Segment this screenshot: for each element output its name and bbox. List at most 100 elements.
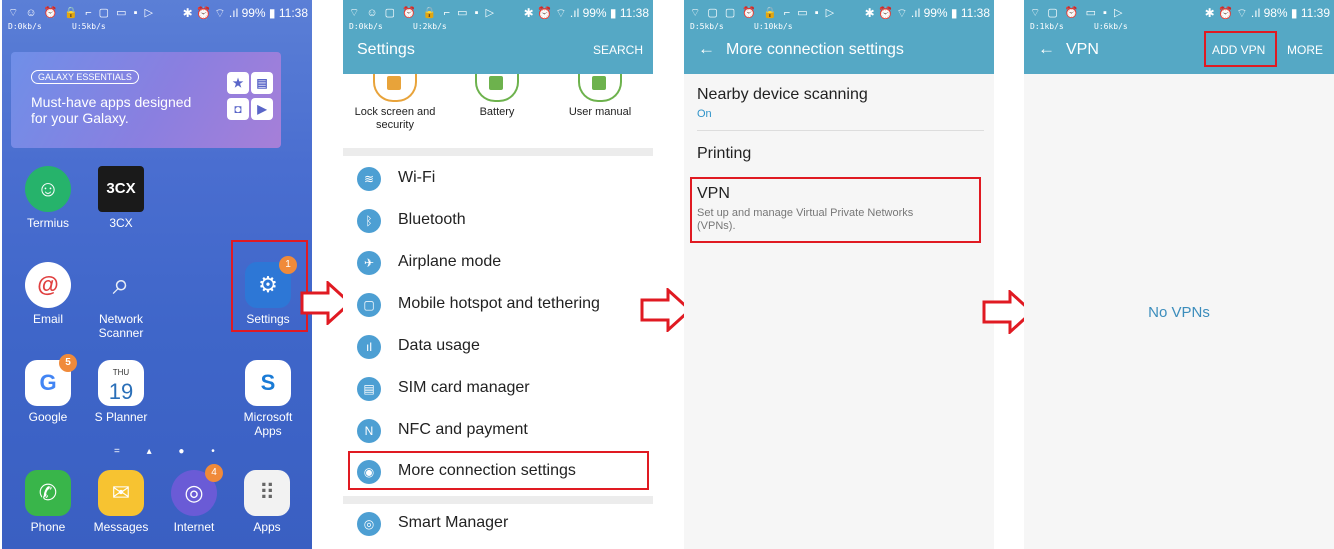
highlight-more-connection	[348, 451, 649, 490]
notification-icons: ⌔ ☺ ⏰ 🔒 ⌐ ▢ ▭ ▪ ▷	[8, 7, 155, 19]
status-right: ✱ ⏰ ⌔ .ıl 99% ▮ 11:38	[864, 6, 990, 20]
empty-state-text: No VPNs	[1148, 304, 1210, 321]
item-label: Data usage	[398, 337, 480, 354]
banner-icons: ★ ▤◘ ▶	[227, 72, 279, 124]
app-s-planner[interactable]: THU 19 S Planner	[86, 360, 156, 424]
document-icon: ▤	[251, 72, 273, 94]
manual-icon	[578, 74, 622, 102]
tile-label: Lock screen and security	[354, 106, 436, 131]
banner-text: Must-have apps designed for your Galaxy.	[31, 94, 192, 126]
app-label: Messages	[93, 520, 149, 534]
app-label: Internet	[173, 520, 215, 534]
item-label: Airplane mode	[398, 253, 502, 270]
settings-item-bluetooth[interactable]: ᛒ Bluetooth	[343, 200, 653, 241]
termius-icon: ☺	[25, 166, 71, 212]
hotspot-icon: ▢	[357, 293, 381, 317]
back-arrow-icon[interactable]: ←	[698, 39, 715, 59]
highlight-settings	[231, 240, 308, 332]
app-label: Microsoft Apps	[243, 410, 293, 438]
bluetooth-icon: ᛒ	[357, 209, 381, 233]
app-network-scanner[interactable]: ⌕ Network Scanner	[86, 262, 156, 340]
app-label: Network Scanner	[98, 312, 144, 340]
notification-badge: 4	[205, 464, 223, 482]
app-termius[interactable]: ☺ Termius	[13, 166, 83, 230]
item-label: Mobile hotspot and tethering	[398, 295, 600, 312]
app-internet[interactable]: ◎ 4 Internet	[159, 464, 229, 534]
app-apps[interactable]: ⠿ Apps	[232, 470, 302, 534]
app-3cx[interactable]: 3CX 3CX	[86, 166, 156, 230]
settings-item-smart-manager[interactable]: ◎ Smart Manager	[343, 503, 653, 544]
settings-item-sim[interactable]: ▤ SIM card manager	[343, 368, 653, 409]
app-phone[interactable]: ✆ Phone	[13, 470, 83, 534]
app-label: Apps	[253, 520, 281, 534]
wifi-icon: ≋	[357, 167, 381, 191]
search-button[interactable]: SEARCH	[593, 43, 643, 57]
notification-icons: ⌔ ▢ ⏰ ▭ ▪ ▷	[1030, 7, 1125, 19]
messages-icon: ✉	[98, 470, 144, 516]
settings-item-wifi[interactable]: ≋ Wi-Fi	[343, 158, 653, 199]
gamepad-icon: ◘	[227, 98, 249, 120]
settings-list: ≋ Wi-Fi ᛒ Bluetooth ✈ Airplane mode ▢ Mo…	[343, 156, 653, 549]
status-bar: ⌔ ▢ ▢ ⏰ 🔒 ⌐ ▭ ▪ ▷ ✱ ⏰ ⌔ .ıl 99% ▮ 11:38 …	[684, 0, 994, 38]
play-icon: ▶	[251, 98, 273, 120]
app-bar: ⌔ ▢ ▢ ⏰ 🔒 ⌐ ▭ ▪ ▷ ✱ ⏰ ⌔ .ıl 99% ▮ 11:38 …	[684, 0, 994, 74]
lock-icon	[373, 74, 417, 102]
app-microsoft-apps[interactable]: S Microsoft Apps	[233, 360, 303, 438]
phone-icon: ✆	[25, 470, 71, 516]
nfc-icon: N	[357, 419, 381, 443]
notification-badge: 5	[59, 354, 77, 372]
tile-label: Battery	[479, 106, 515, 118]
app-label: Google	[28, 410, 68, 424]
sim-card-icon: ▤	[357, 377, 381, 401]
vpn-screen: ⌔ ▢ ⏰ ▭ ▪ ▷ ✱ ⏰ ⌔ .ıl 98% ▮ 11:39 D:1kb/…	[1024, 0, 1334, 549]
status-bar: ⌔ ☺ ⏰ 🔒 ⌐ ▢ ▭ ▪ ▷ ✱ ⏰ ⌔ .ıl 99% ▮ 11:38 …	[2, 0, 312, 38]
status-right: ✱ ⏰ ⌔ .ıl 99% ▮ 11:38	[523, 6, 649, 20]
settings-item-hotspot[interactable]: ▢ Mobile hotspot and tethering	[343, 284, 653, 325]
tile-label: User manual	[568, 106, 632, 118]
apps-grid-icon: ⠿	[244, 470, 290, 516]
item-title: Printing	[697, 145, 752, 162]
tile-battery[interactable]: Battery	[447, 74, 547, 119]
app-email[interactable]: @ Email	[13, 262, 83, 326]
highlight-add-vpn	[1204, 31, 1277, 67]
back-arrow-icon[interactable]: ←	[1038, 39, 1055, 59]
app-bar: ⌔ ☺ ▢ ⏰ 🔒 ⌐ ▭ ▪ ▷ ✱ ⏰ ⌔ .ıl 99% ▮ 11:38 …	[343, 0, 653, 74]
page-indicator: = ▴ ● •	[114, 446, 227, 457]
settings-item-airplane[interactable]: ✈ Airplane mode	[343, 242, 653, 283]
status-right: ✱ ⏰ ⌔ .ıl 99% ▮ 11:38	[182, 6, 308, 20]
calendar-icon: THU 19	[98, 360, 144, 406]
notification-icons: ⌔ ☺ ▢ ⏰ 🔒 ⌐ ▭ ▪ ▷	[349, 7, 496, 19]
item-label: SIM card manager	[398, 379, 530, 396]
item-title: Nearby device scanning	[697, 86, 868, 103]
item-label: Wi-Fi	[398, 169, 436, 186]
app-messages[interactable]: ✉ Messages	[86, 470, 156, 534]
app-label: 3CX	[109, 216, 133, 230]
more-connection-screen: ⌔ ▢ ▢ ⏰ 🔒 ⌐ ▭ ▪ ▷ ✱ ⏰ ⌔ .ıl 99% ▮ 11:38 …	[684, 0, 994, 549]
nearby-scanning-item[interactable]: Nearby device scanning On	[697, 86, 984, 120]
page-title: Settings	[357, 41, 415, 58]
more-button[interactable]: MORE	[1287, 43, 1323, 57]
divider	[697, 130, 984, 131]
app-google[interactable]: G 5 Google	[13, 354, 83, 424]
page-title: VPN	[1066, 41, 1099, 58]
app-label: Email	[32, 312, 63, 326]
status-right: ✱ ⏰ ⌔ .ıl 98% ▮ 11:39	[1204, 6, 1330, 20]
email-icon: @	[25, 262, 71, 308]
tile-user-manual[interactable]: User manual	[550, 74, 650, 119]
network-scanner-icon: ⌕	[112, 268, 130, 301]
section-divider	[343, 148, 653, 156]
star-icon: ★	[227, 72, 249, 94]
settings-item-data-usage[interactable]: ıl Data usage	[343, 326, 653, 367]
banner-badge: GALAXY ESSENTIALS	[31, 70, 139, 84]
settings-item-nfc[interactable]: N NFC and payment	[343, 410, 653, 451]
airplane-icon: ✈	[357, 251, 381, 275]
printing-item[interactable]: Printing	[697, 145, 984, 163]
app-label: Termius	[26, 216, 69, 230]
galaxy-essentials-banner[interactable]: GALAXY ESSENTIALS Must-have apps designe…	[11, 52, 281, 148]
status-bar: ⌔ ☺ ▢ ⏰ 🔒 ⌐ ▭ ▪ ▷ ✱ ⏰ ⌔ .ıl 99% ▮ 11:38 …	[343, 0, 653, 38]
tile-lock-screen[interactable]: Lock screen and security	[345, 74, 445, 132]
settings-screen: ⌔ ☺ ▢ ⏰ 🔒 ⌐ ▭ ▪ ▷ ✱ ⏰ ⌔ .ıl 99% ▮ 11:38 …	[343, 0, 653, 549]
highlight-vpn	[690, 177, 981, 243]
home-screen: ⌔ ☺ ⏰ 🔒 ⌐ ▢ ▭ ▪ ▷ ✱ ⏰ ⌔ .ıl 99% ▮ 11:38 …	[2, 0, 312, 549]
item-label: Smart Manager	[398, 514, 509, 531]
